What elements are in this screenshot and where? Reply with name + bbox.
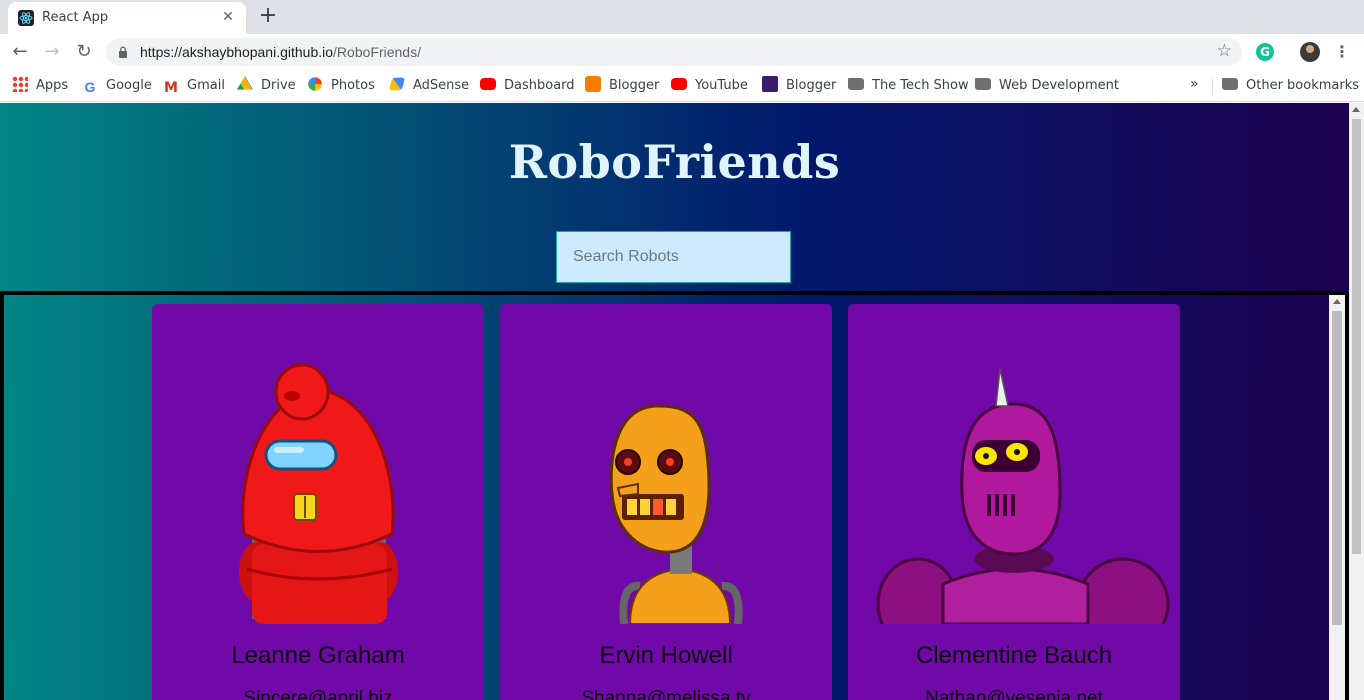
blogger-icon <box>585 76 601 92</box>
gmail-icon: M <box>164 80 178 96</box>
robot-email: Sincere@april.biz <box>243 688 393 700</box>
bookmark-google[interactable]: G Google <box>82 76 152 96</box>
scrollbar-thumb[interactable] <box>1332 311 1342 625</box>
robot-email: Nathan@yesenia.net <box>925 688 1103 700</box>
robot-name: Clementine Bauch <box>915 642 1113 669</box>
react-icon <box>18 10 34 26</box>
robot-image-orange <box>609 404 743 624</box>
bookmark-folder-web-dev[interactable]: Web Development <box>975 76 1119 96</box>
bookmark-label: Other bookmarks <box>1246 78 1360 93</box>
youtube-icon <box>480 78 496 90</box>
robofriends-page: RoboFriends Leanne Graham Sincere@april. <box>0 103 1349 700</box>
bookmark-star-icon[interactable]: ☆ <box>1217 41 1232 61</box>
bookmark-youtube[interactable]: YouTube <box>671 76 748 96</box>
bookmark-adsense[interactable]: AdSense <box>388 76 470 96</box>
page-scrollbar[interactable] <box>1349 103 1364 700</box>
folder-icon <box>975 78 991 90</box>
blogger-icon <box>762 76 778 92</box>
bookmark-label: Web Development <box>999 78 1119 93</box>
bookmark-blogger-2[interactable]: Blogger <box>762 76 836 96</box>
grammarly-extension-icon[interactable]: G <box>1256 43 1274 61</box>
robot-image-red <box>239 363 398 624</box>
robot-card[interactable]: Leanne Graham Sincere@april.biz <box>152 304 484 700</box>
bookmark-label: Google <box>106 78 152 93</box>
bookmarks-divider <box>1212 79 1213 95</box>
apps-icon <box>12 76 28 92</box>
bookmark-label: The Tech Show <box>872 78 969 93</box>
card-list-scrollbar[interactable] <box>1329 295 1345 700</box>
bookmark-label: Gmail <box>187 78 225 93</box>
url-path: /RoboFriends/ <box>333 44 421 60</box>
bookmark-label: Photos <box>331 78 375 93</box>
new-tab-button[interactable]: + <box>256 4 280 28</box>
robot-name: Leanne Graham <box>231 642 405 669</box>
url-domain: https://akshaybhopani.github.io <box>140 44 334 60</box>
drive-icon <box>237 76 253 90</box>
scroll-up-arrow-icon[interactable] <box>1352 107 1360 112</box>
bookmarks-bar: Apps G Google M Gmail Drive Photos AdSense… <box>0 70 1364 102</box>
profile-avatar[interactable] <box>1300 42 1320 62</box>
bookmark-photos[interactable]: Photos <box>307 76 375 96</box>
forward-arrow-icon[interactable]: → <box>40 40 64 64</box>
google-icon: G <box>84 79 96 95</box>
reload-icon[interactable]: ↻ <box>72 40 96 64</box>
bookmark-label: Blogger <box>786 78 837 93</box>
bookmark-label: Blogger <box>609 78 660 93</box>
photos-icon <box>308 77 322 91</box>
browser-menu-icon[interactable]: ⋮ <box>1334 42 1350 62</box>
bookmark-gmail[interactable]: M Gmail <box>163 76 225 96</box>
bookmark-label: Apps <box>36 78 69 93</box>
browser-toolbar: ← → ↻ https://akshaybhopani.github.io/Ro… <box>0 34 1364 70</box>
youtube-icon <box>671 78 687 90</box>
address-bar[interactable]: https://akshaybhopani.github.io/RoboFrie… <box>106 38 1242 66</box>
robot-image-magenta <box>876 368 1170 624</box>
close-tab-icon[interactable]: ✕ <box>220 9 236 25</box>
robot-email: Shanna@melissa.tv <box>581 688 751 700</box>
bookmark-blogger[interactable]: Blogger <box>585 76 659 96</box>
tab-title: React App <box>42 10 109 25</box>
robot-card-list: Leanne Graham Sincere@april.biz Ervin Ho… <box>0 291 1349 700</box>
bookmark-label: Dashboard <box>504 78 575 93</box>
url-text: https://akshaybhopani.github.io/RoboFrie… <box>140 44 421 60</box>
bookmark-label: YouTube <box>695 78 748 93</box>
folder-icon <box>1222 78 1238 90</box>
tab-react-app[interactable]: React App ✕ <box>8 2 246 34</box>
robot-name: Ervin Howell <box>599 642 733 669</box>
bookmark-folder-tech-show[interactable]: The Tech Show <box>848 76 969 96</box>
adsense-icon <box>388 77 406 91</box>
more-bookmarks-chevron-icon[interactable]: » <box>1190 76 1199 92</box>
folder-icon <box>848 78 864 90</box>
scrollbar-thumb[interactable] <box>1352 119 1361 554</box>
lock-icon <box>119 46 127 58</box>
bookmark-label: AdSense <box>413 78 470 93</box>
robot-card[interactable]: Ervin Howell Shanna@melissa.tv <box>500 304 832 700</box>
page-title: RoboFriends <box>508 135 841 189</box>
search-input[interactable] <box>556 231 791 283</box>
back-arrow-icon[interactable]: ← <box>8 40 32 64</box>
bookmark-dashboard[interactable]: Dashboard <box>480 76 575 96</box>
scroll-up-arrow-icon[interactable] <box>1333 299 1341 304</box>
bookmark-apps[interactable]: Apps <box>12 76 68 96</box>
bookmark-drive[interactable]: Drive <box>237 76 296 96</box>
tab-strip: React App ✕ + <box>0 0 1364 34</box>
bookmark-label: Drive <box>261 78 296 93</box>
bookmark-other-bookmarks[interactable]: Other bookmarks <box>1222 76 1359 96</box>
robot-card[interactable]: Clementine Bauch Nathan@yesenia.net <box>848 304 1180 700</box>
